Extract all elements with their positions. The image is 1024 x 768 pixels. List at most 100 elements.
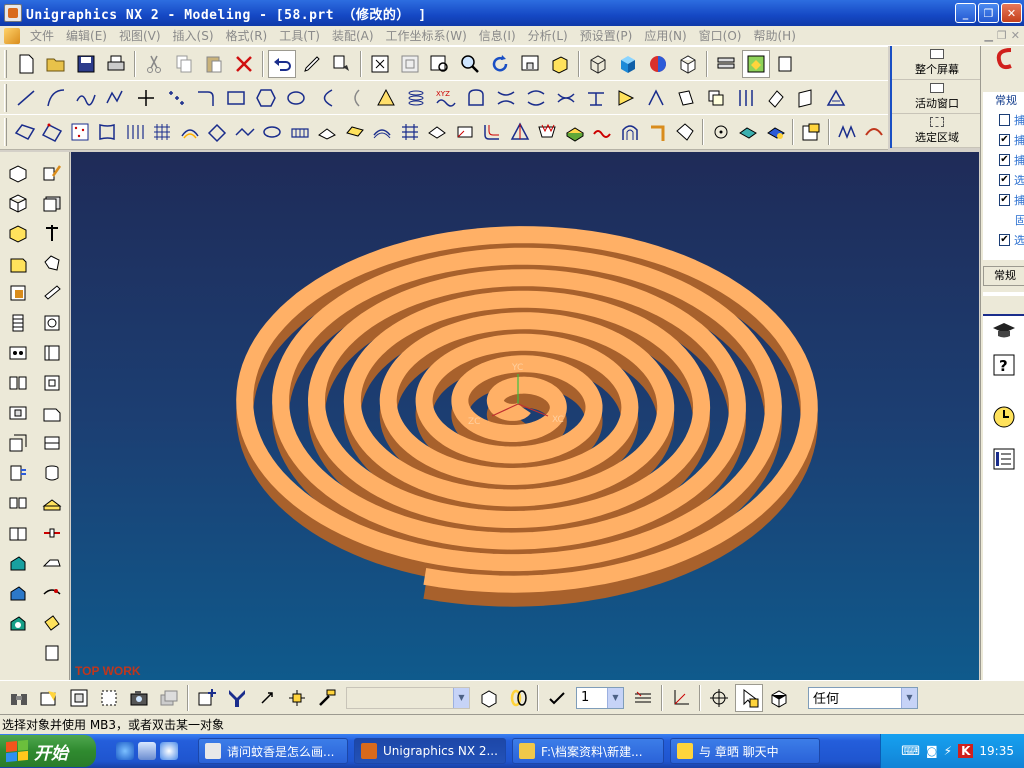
helix-button[interactable] bbox=[402, 84, 430, 112]
mdi-minimize-icon[interactable]: ▁ bbox=[984, 29, 992, 42]
delete-button[interactable] bbox=[230, 50, 258, 78]
deselect-button[interactable] bbox=[95, 684, 123, 712]
intersect-curve-button[interactable] bbox=[702, 84, 730, 112]
check-row-1[interactable]: 捕 bbox=[983, 110, 1024, 130]
checkbox-1[interactable] bbox=[999, 114, 1010, 126]
cut-button[interactable] bbox=[140, 50, 168, 78]
law-extension-button[interactable] bbox=[315, 118, 341, 146]
chamfer-button[interactable] bbox=[38, 369, 66, 397]
combined-projection-button[interactable] bbox=[612, 84, 640, 112]
checkbox-5[interactable]: ✔ bbox=[999, 194, 1010, 206]
tube-button[interactable] bbox=[645, 118, 671, 146]
add-to-selection-button[interactable] bbox=[193, 684, 221, 712]
scale-button[interactable] bbox=[38, 519, 66, 547]
face-button[interactable] bbox=[672, 118, 698, 146]
wireframe-cube-button[interactable] bbox=[584, 50, 612, 78]
select-body-button[interactable] bbox=[765, 684, 793, 712]
deviation-button[interactable] bbox=[763, 118, 789, 146]
taskbar-item-browser[interactable]: 请问蚊香是怎么画... bbox=[198, 738, 348, 764]
help-icon[interactable]: ? bbox=[991, 352, 1017, 378]
patch-button[interactable] bbox=[38, 609, 66, 637]
slot-button[interactable] bbox=[4, 399, 32, 427]
repeat-command-button[interactable] bbox=[298, 50, 326, 78]
groove-button[interactable] bbox=[4, 429, 32, 457]
fillet-surface-button[interactable] bbox=[480, 118, 506, 146]
reorder-button[interactable] bbox=[38, 249, 66, 277]
ellipse-button[interactable] bbox=[282, 84, 310, 112]
mirror-curve-button[interactable] bbox=[642, 84, 670, 112]
sweep-button[interactable] bbox=[4, 609, 32, 637]
ie-icon[interactable] bbox=[116, 742, 134, 760]
spline-button[interactable] bbox=[72, 84, 100, 112]
class-selection-button[interactable] bbox=[35, 684, 63, 712]
block-button[interactable] bbox=[4, 159, 32, 187]
taskbar-item-explorer[interactable]: F:\档案资料\新建... bbox=[512, 738, 664, 764]
display-layer-button[interactable] bbox=[475, 684, 503, 712]
checkbox-6[interactable]: ✔ bbox=[999, 234, 1010, 246]
select-region-button[interactable]: 选定区域 bbox=[892, 114, 982, 148]
shell-button[interactable] bbox=[38, 399, 66, 427]
bridge-surface-button[interactable] bbox=[232, 118, 258, 146]
global-shaping-button[interactable] bbox=[425, 118, 451, 146]
menu-tools[interactable]: 工具(T) bbox=[273, 27, 326, 44]
parabola-button[interactable] bbox=[312, 84, 340, 112]
menu-window[interactable]: 窗口(O) bbox=[693, 27, 748, 44]
edit-object-button[interactable] bbox=[328, 50, 356, 78]
edit-shape-button[interactable] bbox=[861, 118, 887, 146]
antivirus-icon[interactable]: K bbox=[958, 744, 974, 758]
checkbox-3[interactable]: ✔ bbox=[999, 154, 1010, 166]
styled-blend-button[interactable] bbox=[507, 118, 533, 146]
hyperbola-button[interactable] bbox=[342, 84, 370, 112]
line-button[interactable] bbox=[12, 84, 40, 112]
move-button[interactable] bbox=[253, 684, 281, 712]
offset-surface-button[interactable] bbox=[342, 118, 368, 146]
select-all-button[interactable] bbox=[65, 684, 93, 712]
keyboard-icon[interactable]: ⌨ bbox=[901, 744, 920, 759]
toolbar-grip[interactable] bbox=[4, 118, 7, 146]
unsuppress-button[interactable] bbox=[38, 309, 66, 337]
pan-button[interactable] bbox=[516, 50, 544, 78]
close-button[interactable]: ✕ bbox=[1001, 3, 1022, 23]
active-window-button[interactable]: 活动窗口 bbox=[892, 80, 982, 114]
split-body-button[interactable] bbox=[38, 579, 66, 607]
modeling-button[interactable] bbox=[772, 50, 800, 78]
menu-insert[interactable]: 插入(S) bbox=[167, 27, 220, 44]
check-button[interactable] bbox=[543, 684, 571, 712]
edit-feature-button[interactable] bbox=[38, 159, 66, 187]
ruled-button[interactable] bbox=[94, 118, 120, 146]
start-button[interactable]: 开始 bbox=[0, 735, 96, 767]
database-button[interactable] bbox=[38, 459, 66, 487]
undo-button[interactable] bbox=[268, 50, 296, 78]
maximize-button[interactable]: ❐ bbox=[978, 3, 999, 23]
analysis-button[interactable] bbox=[735, 118, 761, 146]
wave-button[interactable] bbox=[590, 118, 616, 146]
shaded-cube-button[interactable] bbox=[614, 50, 642, 78]
tab-general[interactable]: 常规 bbox=[983, 266, 1024, 286]
mosquito-coil-model[interactable]: YC XC ZC bbox=[71, 152, 979, 680]
pocket-button[interactable] bbox=[4, 339, 32, 367]
zoom-window-button[interactable] bbox=[426, 50, 454, 78]
full-screen-button[interactable]: 整个屏幕 bbox=[892, 46, 982, 80]
clock-icon[interactable] bbox=[991, 404, 1017, 430]
taper-button[interactable] bbox=[38, 429, 66, 457]
bridge-curve-button[interactable] bbox=[492, 84, 520, 112]
rotate-button[interactable] bbox=[486, 50, 514, 78]
suppress-button[interactable] bbox=[38, 279, 66, 307]
edit-parameters-button[interactable] bbox=[38, 189, 66, 217]
hammer-button[interactable] bbox=[313, 684, 341, 712]
layer-settings-button[interactable] bbox=[712, 50, 740, 78]
multi-select-button[interactable] bbox=[155, 684, 183, 712]
menu-analysis[interactable]: 分析(L) bbox=[522, 27, 574, 44]
menu-view[interactable]: 视图(V) bbox=[113, 27, 167, 44]
law-curve-button[interactable]: XYZ bbox=[432, 84, 460, 112]
point-button[interactable] bbox=[132, 84, 160, 112]
color-button[interactable] bbox=[644, 50, 672, 78]
taskbar-item-unigraphics[interactable]: Unigraphics NX 2... bbox=[354, 738, 506, 764]
chevron-down-icon[interactable]: ▼ bbox=[453, 687, 469, 708]
copy-button[interactable] bbox=[170, 50, 198, 78]
layer-list-button[interactable] bbox=[629, 684, 657, 712]
sheet-to-solid-button[interactable] bbox=[535, 118, 561, 146]
toolbar-grip[interactable] bbox=[4, 84, 7, 112]
pad-button[interactable] bbox=[4, 369, 32, 397]
chevron-down-icon[interactable]: ▼ bbox=[901, 687, 917, 708]
